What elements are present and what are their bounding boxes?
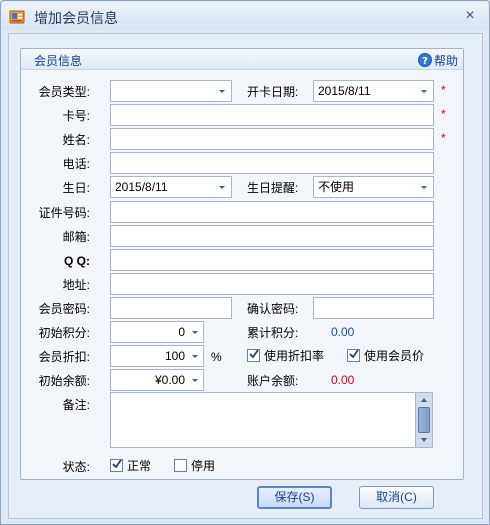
remarks-textarea[interactable] bbox=[110, 392, 433, 448]
chevron-down-icon bbox=[219, 186, 225, 189]
accumulated-points-value: 0.00 bbox=[331, 325, 355, 339]
member-discount-value: 100 bbox=[164, 349, 185, 363]
scroll-up-icon[interactable] bbox=[419, 395, 429, 405]
birthday-label: 生日: bbox=[62, 181, 90, 195]
status-label: 状态: bbox=[62, 460, 90, 474]
chevron-down-icon bbox=[192, 331, 198, 334]
required-mark: * bbox=[441, 107, 446, 121]
check-icon bbox=[112, 459, 122, 469]
window-title: 增加会员信息 bbox=[34, 10, 118, 26]
svg-text:?: ? bbox=[422, 56, 428, 67]
email-label: 邮箱: bbox=[62, 230, 90, 244]
id-no-label: 证件号码: bbox=[38, 206, 90, 220]
help-icon[interactable]: ? bbox=[418, 53, 432, 67]
initial-points-spinner[interactable]: 0 bbox=[110, 321, 204, 343]
required-mark: * bbox=[441, 83, 446, 97]
member-discount-spinner[interactable]: 100 bbox=[110, 345, 204, 367]
cancel-button[interactable]: 取消(C) bbox=[359, 486, 434, 509]
app-member-icon bbox=[9, 10, 25, 24]
member-type-label: 会员类型: bbox=[38, 85, 90, 99]
use-discount-rate-label: 使用折扣率 bbox=[264, 349, 325, 363]
check-icon bbox=[249, 349, 259, 359]
discount-unit: % bbox=[211, 350, 222, 364]
scroll-down-icon[interactable] bbox=[419, 435, 429, 445]
qq-input[interactable] bbox=[110, 249, 434, 271]
remarks-label: 备注: bbox=[62, 398, 90, 412]
member-discount-label: 会员折扣: bbox=[38, 350, 90, 364]
chevron-down-icon bbox=[192, 355, 198, 358]
initial-balance-value: ¥0.00 bbox=[154, 373, 185, 387]
chevron-down-icon bbox=[192, 379, 198, 382]
use-member-price-label: 使用会员价 bbox=[364, 349, 425, 363]
initial-balance-label: 初始余额: bbox=[38, 374, 90, 388]
use-discount-rate-checkbox[interactable]: 使用折扣率 bbox=[247, 348, 337, 364]
chevron-down-icon bbox=[421, 186, 427, 189]
birthday-reminder-label: 生日提醒: bbox=[247, 181, 299, 195]
confirm-password-input[interactable] bbox=[313, 297, 434, 319]
scrollbar-thumb[interactable] bbox=[418, 407, 430, 433]
accumulated-points-label: 累计积分: bbox=[247, 326, 299, 340]
confirm-password-label: 确认密码: bbox=[247, 302, 299, 316]
phone-input[interactable] bbox=[110, 152, 434, 174]
card-no-label: 卡号: bbox=[62, 109, 90, 123]
email-input[interactable] bbox=[110, 225, 434, 247]
member-password-input[interactable] bbox=[110, 297, 232, 319]
save-button[interactable]: 保存(S) bbox=[257, 486, 332, 509]
name-label: 姓名: bbox=[62, 133, 90, 147]
status-normal-checkbox[interactable]: 正常 bbox=[110, 458, 170, 474]
birthday-reminder-dropdown[interactable]: 不使用 bbox=[313, 176, 434, 198]
help-link[interactable]: 帮助 bbox=[434, 53, 458, 69]
remarks-scrollbar[interactable] bbox=[415, 393, 432, 447]
qq-label: Q Q: bbox=[64, 254, 90, 268]
initial-balance-spinner[interactable]: ¥0.00 bbox=[110, 369, 204, 391]
name-input[interactable] bbox=[110, 128, 434, 150]
open-date-value: 2015/8/11 bbox=[318, 84, 371, 98]
open-date-picker[interactable]: 2015/8/11 bbox=[313, 80, 434, 102]
id-no-input[interactable] bbox=[110, 201, 434, 223]
address-label: 地址: bbox=[62, 278, 90, 292]
use-member-price-checkbox[interactable]: 使用会员价 bbox=[347, 348, 437, 364]
check-icon bbox=[349, 349, 359, 359]
title-bar[interactable]: 增加会员信息 × bbox=[2, 2, 488, 30]
group-title: 会员信息 bbox=[34, 54, 83, 68]
member-password-label: 会员密码: bbox=[38, 302, 90, 316]
chevron-down-icon bbox=[219, 90, 225, 93]
status-disabled-label: 停用 bbox=[191, 459, 216, 473]
member-type-dropdown[interactable] bbox=[110, 80, 232, 102]
close-icon[interactable]: × bbox=[461, 7, 479, 25]
birthday-picker[interactable]: 2015/8/11 bbox=[110, 176, 232, 198]
status-normal-label: 正常 bbox=[127, 459, 152, 473]
chevron-down-icon bbox=[421, 90, 427, 93]
checkbox-box bbox=[174, 459, 187, 472]
initial-points-value: 0 bbox=[178, 325, 185, 339]
initial-points-label: 初始积分: bbox=[38, 326, 90, 340]
member-info-group-header bbox=[21, 49, 463, 70]
address-input[interactable] bbox=[110, 273, 434, 295]
card-no-input[interactable] bbox=[110, 104, 434, 126]
status-disabled-checkbox[interactable]: 停用 bbox=[174, 458, 234, 474]
account-balance-label: 账户余额: bbox=[247, 374, 299, 388]
required-mark: * bbox=[441, 131, 446, 145]
open-date-label: 开卡日期: bbox=[247, 85, 299, 99]
account-balance-value: 0.00 bbox=[331, 373, 355, 387]
birthday-reminder-value: 不使用 bbox=[318, 180, 355, 194]
birthday-value: 2015/8/11 bbox=[115, 180, 168, 194]
phone-label: 电话: bbox=[62, 157, 90, 171]
